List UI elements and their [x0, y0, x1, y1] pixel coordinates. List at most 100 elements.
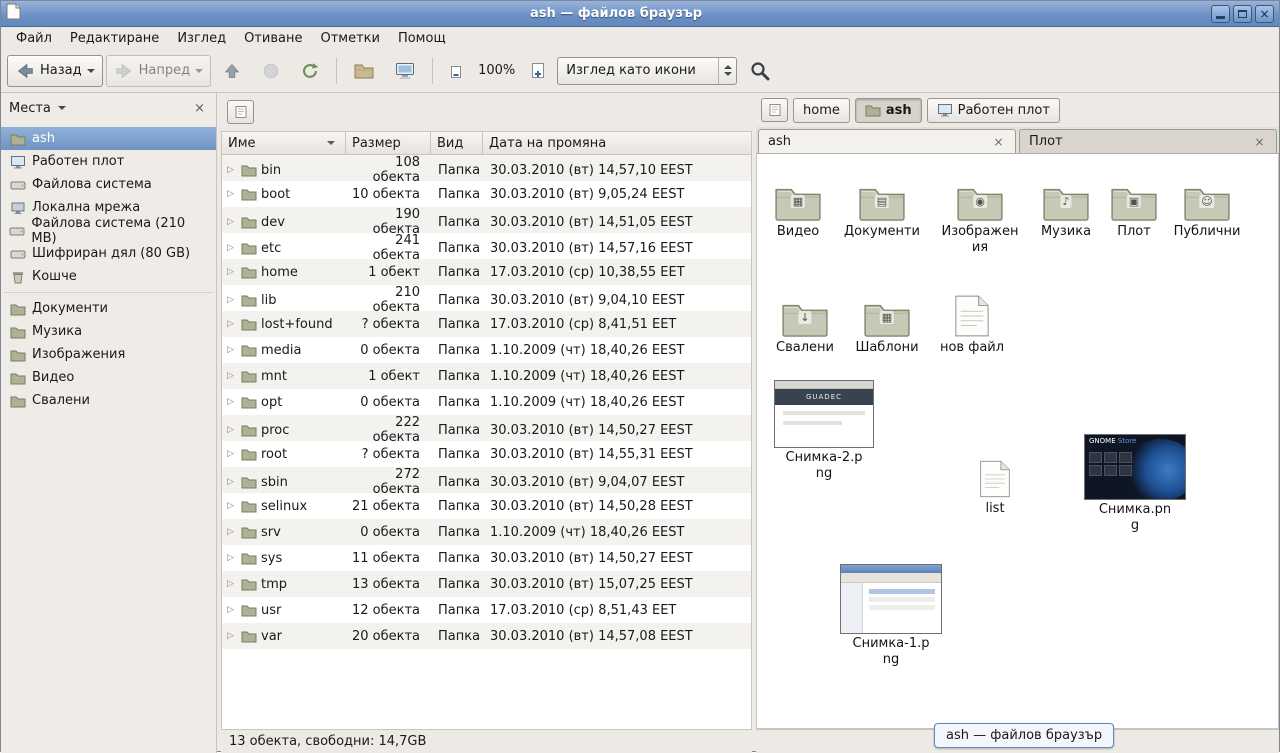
- icon-view-item[interactable]: ▤ Документи: [840, 170, 924, 240]
- file-snimka-1-png[interactable]: Снимка-1.png: [839, 564, 943, 668]
- table-row[interactable]: ▷srv 0 обекта Папка 1.10.2009 (чт) 18,40…: [222, 519, 751, 545]
- stop-button[interactable]: [253, 55, 289, 87]
- sidebar-title[interactable]: Места: [9, 101, 51, 116]
- expander-icon[interactable]: ▷: [227, 397, 237, 407]
- sidebar-item[interactable]: Шифриран дял (80 GB): [1, 242, 216, 265]
- home-button[interactable]: [345, 55, 383, 87]
- zoom-out-button[interactable]: [441, 55, 471, 87]
- menu-item-go[interactable]: Отиване: [235, 30, 311, 47]
- sidebar-item[interactable]: Музика: [1, 320, 216, 343]
- breadcrumb-desktop[interactable]: Работен плот: [927, 98, 1060, 123]
- file-list[interactable]: list: [963, 447, 1027, 517]
- table-row[interactable]: ▷sys 11 обекта Папка 30.03.2010 (вт) 14,…: [222, 545, 751, 571]
- column-header-name[interactable]: Име: [221, 131, 346, 155]
- breadcrumb-ash[interactable]: ash: [855, 98, 922, 123]
- menu-item-help[interactable]: Помощ: [389, 30, 455, 47]
- sidebar-item[interactable]: Видео: [1, 366, 216, 389]
- table-row[interactable]: ▷home 1 обект Папка 17.03.2010 (ср) 10,3…: [222, 259, 751, 285]
- column-header-date[interactable]: Дата на промяна: [483, 131, 752, 155]
- expander-icon[interactable]: ▷: [227, 579, 237, 589]
- sidebar-item[interactable]: Файлова система (210 MB): [1, 219, 216, 242]
- expander-icon[interactable]: ▷: [227, 527, 237, 537]
- expander-icon[interactable]: ▷: [227, 243, 237, 253]
- folder-downloads-icon: ↓: [763, 286, 847, 338]
- menu-item-bookmarks[interactable]: Отметки: [311, 30, 388, 47]
- expander-icon[interactable]: ▷: [227, 425, 237, 435]
- back-button[interactable]: Назад: [7, 55, 103, 87]
- view-mode-select[interactable]: Изглед като икони: [557, 57, 737, 85]
- file-snimka-png[interactable]: GNOME Store Снимка.png: [1083, 434, 1187, 534]
- table-row[interactable]: ▷var 20 обекта Папка 30.03.2010 (вт) 14,…: [222, 623, 751, 649]
- expander-icon[interactable]: ▷: [227, 449, 237, 459]
- table-row[interactable]: ▷lib 210 обекта Папка 30.03.2010 (вт) 9,…: [222, 285, 751, 311]
- minimize-button[interactable]: [1211, 5, 1230, 23]
- table-row[interactable]: ▷selinux 21 обекта Папка 30.03.2010 (вт)…: [222, 493, 751, 519]
- table-row[interactable]: ▷proc 222 обекта Папка 30.03.2010 (вт) 1…: [222, 415, 751, 441]
- icon-view-item[interactable]: ◉ Изображения: [938, 170, 1022, 256]
- expander-icon[interactable]: ▷: [227, 501, 237, 511]
- table-row[interactable]: ▷media 0 обекта Папка 1.10.2009 (чт) 18,…: [222, 337, 751, 363]
- table-row[interactable]: ▷root ? обекта Папка 30.03.2010 (вт) 14,…: [222, 441, 751, 467]
- column-header-type[interactable]: Вид: [431, 131, 483, 155]
- table-row[interactable]: ▷dev 190 обекта Папка 30.03.2010 (вт) 14…: [222, 207, 751, 233]
- menu-item-file[interactable]: Файл: [7, 30, 61, 47]
- icon-view-item[interactable]: ▦ Шаблони: [845, 286, 929, 356]
- expander-icon[interactable]: ▷: [227, 319, 237, 329]
- expander-icon[interactable]: ▷: [227, 267, 237, 277]
- maximize-button[interactable]: [1233, 5, 1252, 23]
- table-row[interactable]: ▷tmp 13 обекта Папка 30.03.2010 (вт) 15,…: [222, 571, 751, 597]
- sidebar-item[interactable]: Файлова система: [1, 173, 216, 196]
- table-row[interactable]: ▷boot 10 обекта Папка 30.03.2010 (вт) 9,…: [222, 181, 751, 207]
- expander-icon[interactable]: ▷: [227, 553, 237, 563]
- expander-icon[interactable]: ▷: [227, 605, 237, 615]
- icon-view-item[interactable]: нов файл: [930, 286, 1014, 356]
- zoom-in-button[interactable]: [522, 55, 554, 87]
- sidebar-item[interactable]: Кошче: [1, 265, 216, 288]
- tab-close-icon[interactable]: ×: [1252, 135, 1267, 149]
- table-row[interactable]: ▷opt 0 обекта Папка 1.10.2009 (чт) 18,40…: [222, 389, 751, 415]
- tab-ash[interactable]: ash ×: [758, 129, 1016, 153]
- location-bar-toggle-button[interactable]: [761, 98, 788, 122]
- expander-icon[interactable]: ▷: [227, 189, 237, 199]
- expander-icon[interactable]: ▷: [227, 295, 237, 305]
- sidebar-item[interactable]: Изображения: [1, 343, 216, 366]
- sidebar-item[interactable]: Свалени: [1, 389, 216, 412]
- location-bar-toggle-button[interactable]: [227, 100, 254, 124]
- sidebar-item[interactable]: Документи: [1, 297, 216, 320]
- menu-item-view[interactable]: Изглед: [168, 30, 235, 47]
- reload-button[interactable]: [292, 55, 328, 87]
- icon-view-item[interactable]: ☺ Публични: [1165, 170, 1249, 240]
- computer-button[interactable]: [386, 55, 424, 87]
- expander-icon[interactable]: ▷: [227, 371, 237, 381]
- title-bar[interactable]: ash — файлов браузър ×: [1, 1, 1279, 27]
- table-row[interactable]: ▷lost+found ? обекта Папка 17.03.2010 (с…: [222, 311, 751, 337]
- expander-icon[interactable]: ▷: [227, 477, 237, 487]
- breadcrumb-home[interactable]: home: [793, 98, 850, 123]
- forward-button[interactable]: Напред: [106, 55, 211, 87]
- expander-icon[interactable]: ▷: [227, 165, 237, 175]
- table-row[interactable]: ▷sbin 272 обекта Папка 30.03.2010 (вт) 9…: [222, 467, 751, 493]
- sidebar-item[interactable]: ash: [1, 127, 216, 150]
- up-button[interactable]: [214, 55, 250, 87]
- table-row[interactable]: ▷usr 12 обекта Папка 17.03.2010 (ср) 8,5…: [222, 597, 751, 623]
- back-icon: [15, 61, 35, 81]
- sidebar-item[interactable]: Работен плот: [1, 150, 216, 173]
- table-row[interactable]: ▷etc 241 обекта Папка 30.03.2010 (вт) 14…: [222, 233, 751, 259]
- menu-item-edit[interactable]: Редактиране: [61, 30, 168, 47]
- icon-view-item[interactable]: ▣ Плот: [1092, 170, 1176, 240]
- close-button[interactable]: ×: [1255, 5, 1274, 23]
- expander-icon[interactable]: ▷: [227, 217, 237, 227]
- folder-icon: [9, 394, 26, 408]
- table-row[interactable]: ▷bin 108 обекта Папка 30.03.2010 (вт) 14…: [222, 155, 751, 181]
- tab-plot[interactable]: Плот ×: [1019, 129, 1277, 153]
- icon-view-item[interactable]: ▦ Видео: [756, 170, 840, 240]
- icon-view-item[interactable]: ↓ Свалени: [763, 286, 847, 356]
- expander-icon[interactable]: ▷: [227, 345, 237, 355]
- file-snimka-2-png[interactable]: GUADEC Снимка-2.png: [772, 380, 876, 482]
- sidebar-close-button[interactable]: ×: [191, 101, 208, 116]
- tab-close-icon[interactable]: ×: [991, 135, 1006, 149]
- expander-icon[interactable]: ▷: [227, 631, 237, 641]
- column-header-size[interactable]: Размер: [346, 131, 431, 155]
- search-button[interactable]: [740, 55, 780, 87]
- table-row[interactable]: ▷mnt 1 обект Папка 1.10.2009 (чт) 18,40,…: [222, 363, 751, 389]
